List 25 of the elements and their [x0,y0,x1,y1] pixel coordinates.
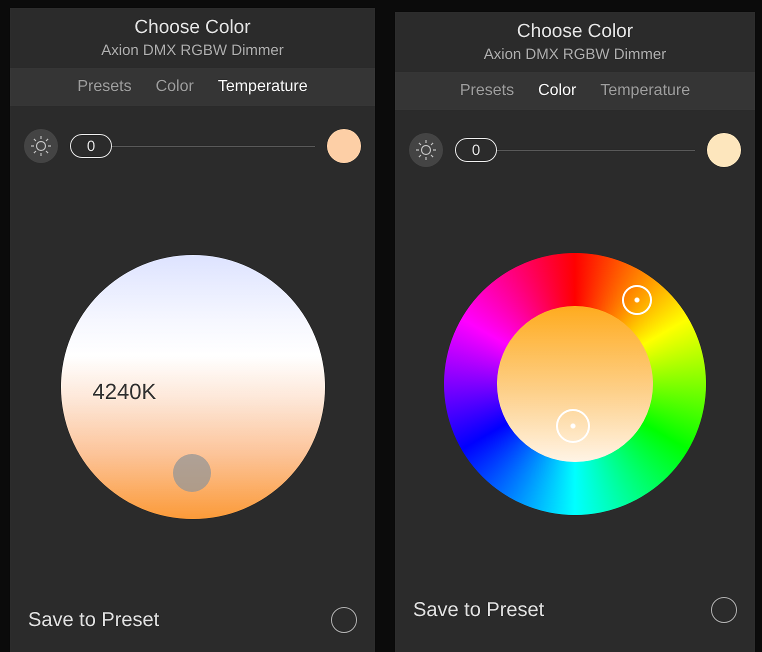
temperature-picker[interactable]: 4240K [60,255,324,519]
slider-thumb[interactable]: 0 [70,134,112,158]
save-label: Save to Preset [28,608,160,632]
temperature-reading: 4240K [92,379,156,405]
brightness-slider[interactable]: 0 [70,134,315,158]
save-checkbox[interactable] [711,597,737,623]
tab[interactable]: Temperature [218,78,308,96]
tab[interactable]: Temperature [600,82,690,100]
tab[interactable]: Presets [460,82,514,100]
brightness-icon [409,133,443,167]
color-handle[interactable] [556,409,590,443]
dialog-title: Choose Color [516,21,634,43]
tab[interactable]: Color [156,78,194,96]
device-name: Axion DMX RGBW Dimmer [484,46,666,63]
tab[interactable]: Color [538,82,576,100]
dialog-title: Choose Color [134,17,251,39]
save-checkbox[interactable] [331,607,357,633]
device-name: Axion DMX RGBW Dimmer [101,42,284,59]
temperature-handle[interactable] [172,454,210,492]
tab[interactable]: Presets [77,78,132,96]
slider-thumb[interactable]: 0 [455,138,497,162]
brightness-slider[interactable]: 0 [455,138,695,162]
brightness-icon [24,129,58,163]
save-label: Save to Preset [413,598,544,622]
hue-handle[interactable] [622,285,652,315]
